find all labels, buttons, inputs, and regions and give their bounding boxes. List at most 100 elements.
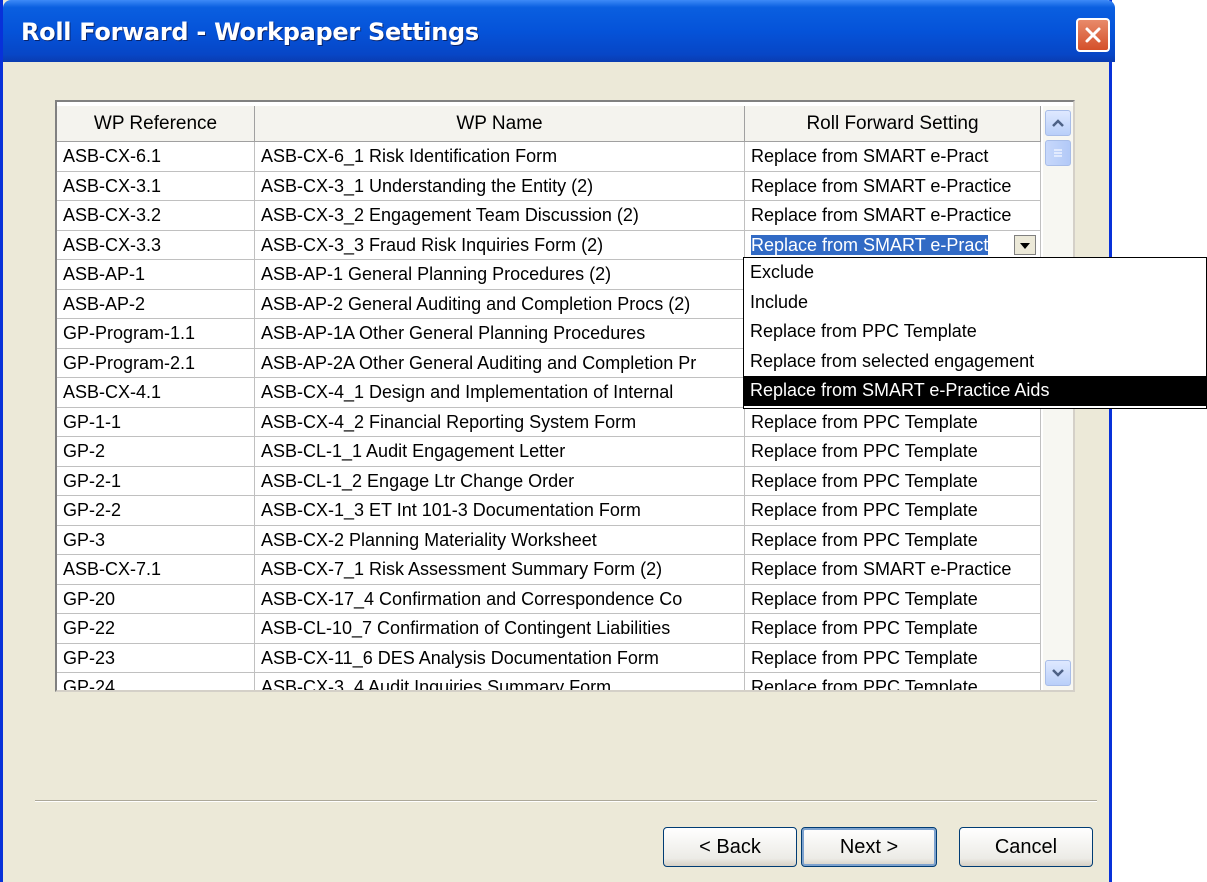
table-row[interactable]: GP-20 ASB-CX-17_4 Confirmation and Corres… [57, 584, 1047, 614]
cell-text: GP-1-1 [63, 411, 122, 432]
cell-text: Replace from SMART e-Pract [751, 146, 989, 166]
cell-wp-name: ASB-CX-2 Planning Materiality Worksheet [255, 525, 745, 555]
cell-text: ASB-AP-1 [63, 264, 146, 284]
table-row[interactable]: ASB-CX-3.3 ASB-CX-3_3 Fraud Risk Inquirie… [57, 230, 1047, 260]
cell-roll-forward-setting[interactable]: Replace from PPC Template [745, 584, 1041, 614]
cell-wp-name: ASB-CX-17_4 Confirmation and Corresponde… [255, 584, 745, 614]
cell-wp-name: ASB-CX-3_2 Engagement Team Discussion (2… [255, 201, 745, 231]
cell-roll-forward-setting[interactable]: Replace from PPC Template [745, 643, 1041, 673]
table-row[interactable]: GP-3 ASB-CX-2 Planning Materiality Worksh… [57, 525, 1047, 555]
cell-text: ASB-CL-1_2 Engage Ltr Change Order [261, 470, 575, 491]
cell-text: GP-Program-2.1 [63, 352, 196, 373]
cell-text: GP-2 [63, 441, 106, 461]
table-row[interactable]: ASB-CX-3.1 ASB-CX-3_1 Understanding the E… [57, 171, 1047, 201]
cell-wp-name: ASB-CL-1_1 Audit Engagement Letter [255, 437, 745, 467]
table-row[interactable]: ASB-CX-3.2 ASB-CX-3_2 Engagement Team Dis… [57, 201, 1047, 231]
cell-roll-forward-setting[interactable]: Replace from SMART e-Practice [745, 555, 1041, 585]
cell-wp-reference: ASB-CX-3.3 [57, 230, 255, 260]
table-row[interactable]: GP-22 ASB-CL-10_7 Confirmation of Conting… [57, 614, 1047, 644]
cell-wp-name: ASB-AP-2 General Auditing and Completion… [255, 289, 745, 319]
cell-text: Replace from SMART e-Practice [751, 175, 1012, 196]
column-header-roll-forward-setting[interactable]: Roll Forward Setting [745, 106, 1041, 142]
cell-text: ASB-AP-1 General Planning Procedures (2) [261, 264, 612, 284]
dropdown-arrow-button[interactable] [1014, 234, 1036, 255]
cell-text: ASB-CX-3_3 Fraud Risk Inquiries Form (2) [261, 234, 604, 255]
cell-text: ASB-CX-6_1 Risk Identification Form [261, 146, 558, 166]
cell-wp-name: ASB-CX-4_1 Design and Implementation of … [255, 378, 745, 408]
cell-wp-reference: GP-2-2 [57, 496, 255, 526]
scroll-up-button[interactable] [1045, 110, 1071, 136]
table-row[interactable]: ASB-CX-6.1 ASB-CX-6_1 Risk Identification… [57, 142, 1047, 172]
scroll-down-button[interactable] [1045, 660, 1071, 686]
close-button[interactable] [1076, 18, 1110, 52]
scroll-thumb[interactable] [1045, 140, 1071, 166]
cell-roll-forward-setting[interactable]: Replace from PPC Template [745, 437, 1041, 467]
cell-text: GP-2-2 [63, 500, 122, 520]
cell-wp-reference: ASB-CX-6.1 [57, 142, 255, 172]
cell-text: Replace from PPC Template [751, 411, 978, 432]
cell-wp-reference: GP-1-1 [57, 407, 255, 437]
cell-wp-reference: ASB-AP-1 [57, 260, 255, 290]
table-row[interactable]: GP-2 ASB-CL-1_1 Audit Engagement Letter Re… [57, 437, 1047, 467]
cell-roll-forward-setting[interactable]: Replace from PPC Template [745, 496, 1041, 526]
title-bar[interactable]: Roll Forward - Workpaper Settings [3, 0, 1115, 62]
cell-text: Replace from SMART e-Pract [751, 234, 989, 255]
cell-text: Replace from PPC Template [751, 529, 978, 550]
dropdown-option[interactable]: Replace from selected engagement [744, 347, 1206, 377]
cell-wp-name: ASB-CX-3_4 Audit Inquiries Summary Form [255, 673, 745, 692]
cell-wp-reference: GP-20 [57, 584, 255, 614]
cell-text: ASB-CX-7_1 Risk Assessment Summary Form … [261, 559, 663, 579]
cell-text: ASB-CX-3.2 [63, 205, 162, 225]
cell-text: ASB-AP-2 [63, 293, 146, 314]
cell-wp-name: ASB-AP-1A Other General Planning Procedu… [255, 319, 745, 349]
cell-roll-forward-setting[interactable]: Replace from SMART e-Practice [745, 201, 1041, 231]
column-header-wp-name[interactable]: WP Name [255, 106, 745, 142]
dropdown-option[interactable]: Exclude [744, 258, 1206, 288]
roll-forward-setting-dropdown[interactable]: Exclude Include Replace from PPC Template R… [743, 257, 1207, 409]
cell-text: Replace from PPC Template [751, 677, 978, 692]
cell-roll-forward-setting[interactable]: Replace from SMART e-Practice [745, 171, 1041, 201]
cell-wp-reference: ASB-CX-7.1 [57, 555, 255, 585]
cell-text: GP-3 [63, 529, 106, 550]
column-header-wp-reference[interactable]: WP Reference [57, 106, 255, 142]
dropdown-option[interactable]: Include [744, 288, 1206, 318]
cell-text: ASB-CX-1_3 ET Int 101-3 Documentation Fo… [261, 500, 641, 520]
cell-text: ASB-CX-7.1 [63, 559, 162, 579]
cell-wp-name: ASB-AP-2A Other General Auditing and Com… [255, 348, 745, 378]
cancel-button[interactable]: Cancel [959, 827, 1093, 867]
cell-text: GP-24 [63, 677, 116, 692]
table-row[interactable]: ASB-CX-7.1 ASB-CX-7_1 Risk Assessment Sum… [57, 555, 1047, 585]
table-row[interactable]: GP-24 ASB-CX-3_4 Audit Inquiries Summary … [57, 673, 1047, 692]
next-button[interactable]: Next > [801, 827, 937, 867]
table-row[interactable]: GP-23 ASB-CX-11_6 DES Analysis Documentat… [57, 643, 1047, 673]
table-row[interactable]: GP-2-1 ASB-CL-1_2 Engage Ltr Change Order… [57, 466, 1047, 496]
cell-roll-forward-setting[interactable]: Replace from SMART e-Pract [745, 230, 1041, 260]
cell-roll-forward-setting[interactable]: Replace from PPC Template [745, 673, 1041, 692]
cell-text: Replace from PPC Template [751, 441, 978, 461]
cell-wp-name: ASB-CX-3_3 Fraud Risk Inquiries Form (2) [255, 230, 745, 260]
table-row[interactable]: GP-1-1 ASB-CX-4_2 Financial Reporting Sys… [57, 407, 1047, 437]
cell-wp-reference: GP-22 [57, 614, 255, 644]
cell-wp-name: ASB-CX-3_1 Understanding the Entity (2) [255, 171, 745, 201]
cell-text: ASB-CX-3.1 [63, 175, 162, 196]
table-row[interactable]: GP-2-2 ASB-CX-1_3 ET Int 101-3 Documentat… [57, 496, 1047, 526]
cell-roll-forward-setting[interactable]: Replace from PPC Template [745, 407, 1041, 437]
cell-text: ASB-CX-11_6 DES Analysis Documentation F… [261, 647, 659, 668]
cell-wp-reference: GP-3 [57, 525, 255, 555]
cell-roll-forward-setting[interactable]: Replace from PPC Template [745, 614, 1041, 644]
cell-text: ASB-CL-10_7 Confirmation of Contingent L… [261, 618, 671, 638]
cell-text: ASB-CX-4_1 Design and Implementation of … [261, 382, 674, 402]
cell-roll-forward-setting[interactable]: Replace from SMART e-Pract [745, 142, 1041, 172]
dropdown-option[interactable]: Replace from PPC Template [744, 317, 1206, 347]
dropdown-option[interactable]: Replace from SMART e-Practice Aids [744, 376, 1206, 406]
cell-wp-name: ASB-CX-11_6 DES Analysis Documentation F… [255, 643, 745, 673]
cell-roll-forward-setting[interactable]: Replace from PPC Template [745, 525, 1041, 555]
cell-wp-reference: ASB-CX-3.2 [57, 201, 255, 231]
cell-text: ASB-CX-3_4 Audit Inquiries Summary Form [261, 677, 612, 692]
cell-text: GP-23 [63, 647, 116, 668]
cell-wp-reference: GP-2 [57, 437, 255, 467]
cell-wp-reference: ASB-CX-3.1 [57, 171, 255, 201]
cell-roll-forward-setting[interactable]: Replace from PPC Template [745, 466, 1041, 496]
back-button[interactable]: < Back [663, 827, 797, 867]
cell-wp-name: ASB-CX-4_2 Financial Reporting System Fo… [255, 407, 745, 437]
